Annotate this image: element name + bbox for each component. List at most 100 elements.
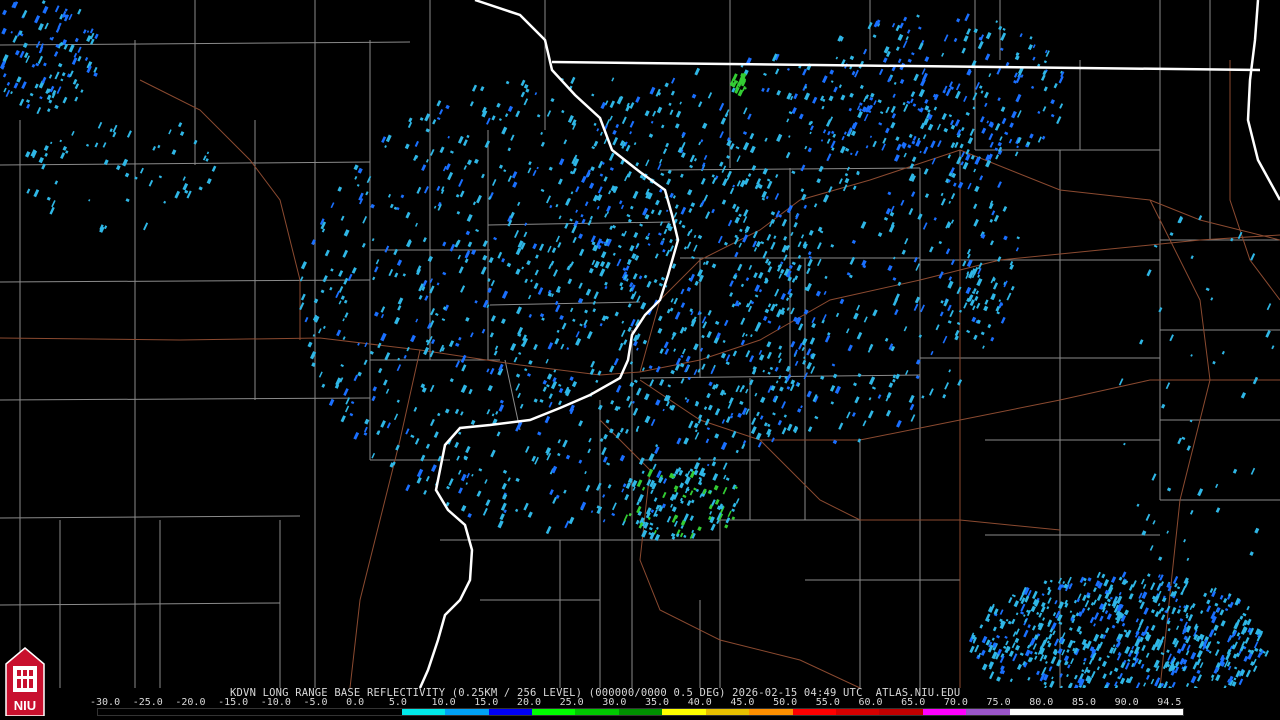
- scale-color-segment: [184, 709, 229, 715]
- echo-mark: [556, 329, 560, 333]
- echo-mark: [177, 122, 183, 128]
- echo-mark: [735, 498, 740, 504]
- echo-mark: [681, 131, 686, 137]
- echo-mark: [608, 152, 615, 162]
- echo-mark: [829, 69, 835, 75]
- echo-mark: [812, 96, 818, 104]
- echo-mark: [652, 463, 657, 470]
- echo-mark: [400, 194, 405, 199]
- echo-mark: [1040, 74, 1046, 81]
- echo-mark: [694, 67, 701, 76]
- echo-mark: [954, 335, 959, 341]
- echo-mark: [1014, 644, 1021, 651]
- echo-mark: [557, 452, 561, 457]
- echo-mark: [602, 456, 608, 463]
- echo-mark: [22, 42, 28, 49]
- echo-mark: [54, 5, 60, 13]
- echo-mark: [182, 176, 186, 181]
- echo-mark: [1119, 677, 1126, 685]
- echo-mark: [436, 185, 441, 192]
- echo-mark: [425, 128, 430, 133]
- echo-mark: [762, 369, 766, 373]
- radar-echoes: [0, 0, 1275, 688]
- echo-mark: [758, 349, 763, 356]
- echo-mark: [612, 129, 617, 135]
- county-border: [487, 221, 671, 226]
- echo-mark: [908, 133, 913, 139]
- echo-mark: [48, 74, 53, 79]
- echo-mark: [329, 286, 333, 291]
- echo-mark: [883, 216, 889, 221]
- echo-mark: [856, 331, 863, 340]
- echo-mark: [1243, 655, 1249, 662]
- echo-mark: [721, 199, 727, 205]
- echo-mark: [592, 308, 597, 313]
- echo-mark: [995, 20, 999, 23]
- echo-mark: [807, 147, 812, 153]
- echo-mark: [1053, 638, 1060, 647]
- echo-mark: [729, 187, 735, 195]
- echo-mark: [507, 477, 511, 482]
- echo-mark: [396, 399, 400, 403]
- echo-mark: [394, 316, 400, 325]
- echo-mark: [182, 182, 189, 191]
- echo-mark: [436, 282, 440, 286]
- echo-mark: [6, 81, 11, 86]
- echo-mark: [54, 71, 60, 80]
- echo-mark: [992, 282, 999, 290]
- echo-mark: [693, 462, 700, 470]
- echo-mark: [1186, 557, 1190, 561]
- echo-mark: [364, 418, 370, 425]
- echo-mark: [571, 119, 577, 126]
- echo-mark: [629, 120, 635, 128]
- echo-mark: [566, 347, 570, 350]
- echo-mark: [719, 161, 724, 167]
- echo-mark: [520, 91, 526, 98]
- echo-mark: [1145, 652, 1150, 658]
- echo-mark: [879, 111, 884, 115]
- echo-mark: [1220, 620, 1226, 627]
- echo-mark: [1004, 635, 1008, 639]
- echo-mark: [515, 508, 519, 513]
- echo-mark: [1009, 678, 1013, 683]
- echo-mark: [475, 228, 479, 233]
- echo-mark: [461, 364, 467, 372]
- echo-mark: [497, 520, 504, 529]
- echo-mark: [726, 176, 730, 181]
- echo-mark: [641, 367, 645, 372]
- echo-mark: [370, 203, 375, 209]
- echo-mark: [973, 334, 978, 341]
- echo-mark: [632, 486, 636, 491]
- echo-mark: [1166, 487, 1172, 492]
- echo-mark: [985, 32, 992, 40]
- scale-tick-label: 80.0: [1029, 697, 1054, 708]
- echo-mark: [442, 241, 447, 247]
- echo-mark: [518, 351, 522, 355]
- echo-mark: [822, 129, 827, 134]
- echo-mark: [726, 155, 731, 159]
- echo-mark: [1206, 599, 1211, 605]
- echo-mark: [318, 328, 322, 334]
- echo-mark: [727, 402, 732, 409]
- echo-mark: [571, 381, 578, 388]
- scale-tick-label: 15.0: [474, 697, 499, 708]
- echo-mark: [666, 178, 672, 186]
- echo-mark: [817, 258, 822, 267]
- echo-mark: [637, 494, 644, 503]
- echo-mark: [766, 341, 772, 348]
- echo-mark: [396, 207, 400, 211]
- echo-mark: [923, 168, 929, 175]
- echo-mark: [844, 177, 850, 184]
- echo-mark: [1104, 610, 1109, 615]
- scale-color-segment: [271, 709, 316, 715]
- echo-mark: [615, 432, 621, 439]
- echo-mark: [975, 82, 980, 90]
- echo-mark: [525, 445, 530, 453]
- echo-mark: [641, 529, 648, 538]
- echo-mark: [1222, 685, 1227, 688]
- echo-mark: [706, 330, 712, 339]
- echo-mark: [599, 131, 603, 136]
- echo-mark: [979, 175, 984, 181]
- echo-mark: [416, 477, 422, 484]
- echo-mark: [639, 223, 644, 227]
